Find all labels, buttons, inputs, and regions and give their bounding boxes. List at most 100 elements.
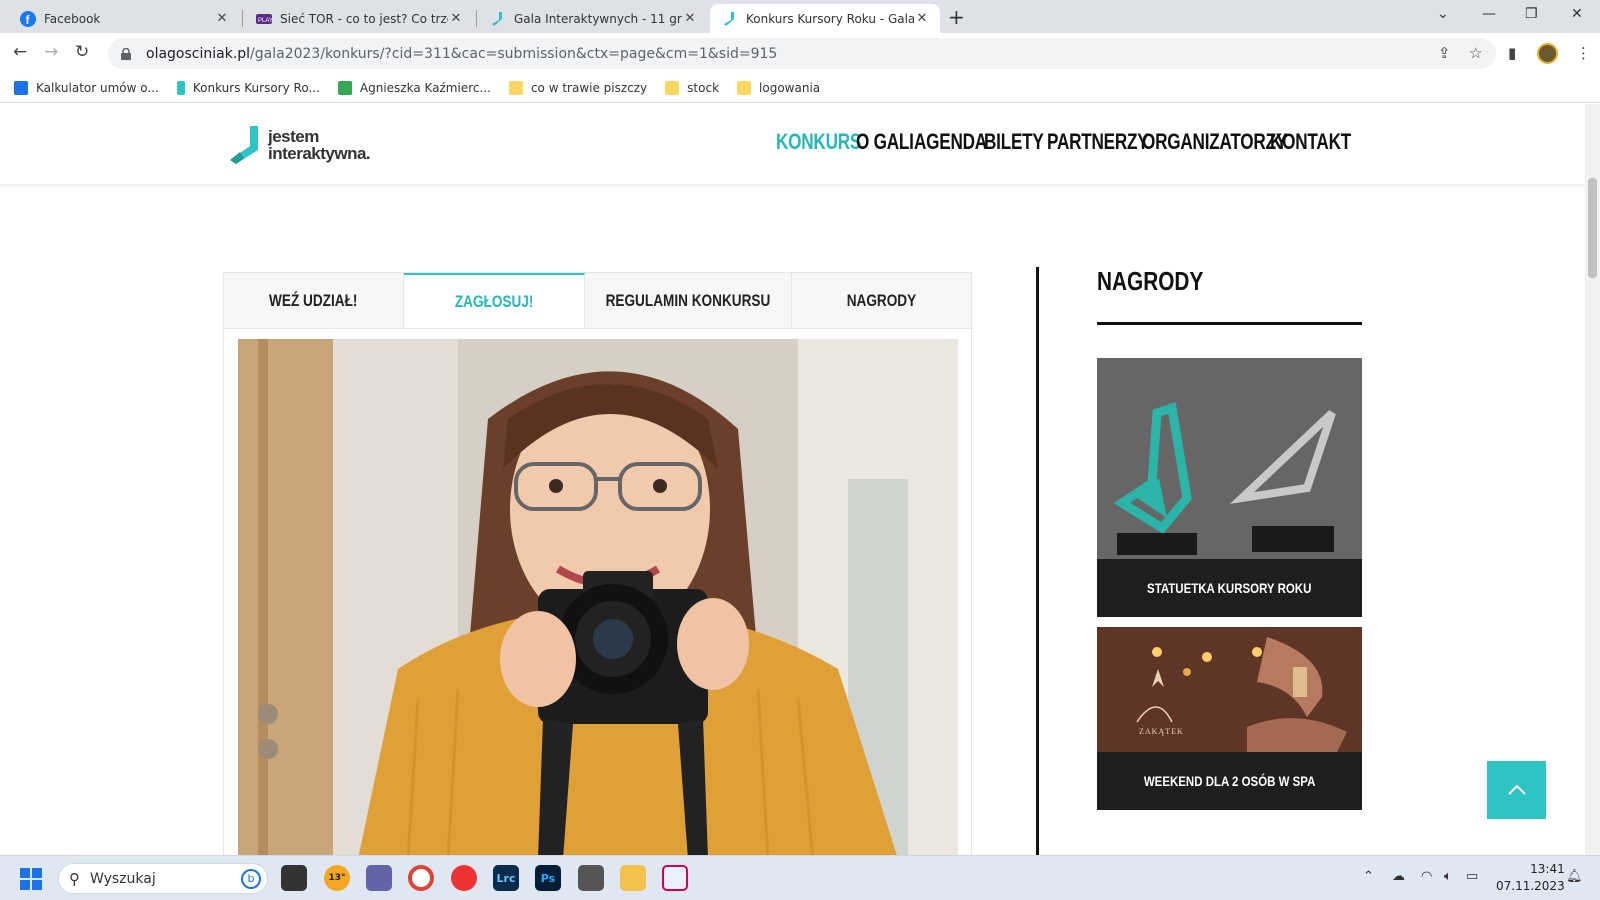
url-path: /gala2023/konkurs/?cid=311&cac=submissio… bbox=[250, 45, 778, 62]
browser-tab-tor[interactable]: PLAY Sieć TOR - co to jest? Co trzeba ✕ bbox=[244, 4, 474, 33]
bookmark-folder[interactable]: logowania bbox=[737, 80, 820, 95]
tab-zaglosuj[interactable]: ZAGŁOSUJ! bbox=[404, 273, 585, 329]
close-icon[interactable]: ✕ bbox=[914, 11, 930, 26]
minimize-button[interactable]: — bbox=[1482, 6, 1496, 22]
tab-label: Facebook bbox=[44, 11, 101, 26]
restore-button[interactable]: ❐ bbox=[1525, 6, 1538, 22]
sidebar-rule bbox=[1097, 322, 1362, 325]
nav-partnerzy[interactable]: PARTNERZY bbox=[1047, 129, 1149, 155]
prize-image: ZAKĄTEK bbox=[1097, 627, 1362, 752]
windows-start-icon[interactable] bbox=[20, 868, 42, 890]
site-logo[interactable]: jestem interaktywna. bbox=[230, 124, 371, 166]
url-input[interactable]: olagosciniak.pl/gala2023/konkurs/?cid=31… bbox=[108, 38, 1496, 69]
lightroom-icon[interactable]: Lrc bbox=[493, 865, 519, 891]
close-icon[interactable]: ✕ bbox=[682, 11, 698, 26]
sidebar-divider bbox=[1036, 267, 1039, 855]
side-panel-icon[interactable]: ▮ bbox=[1508, 44, 1516, 62]
share-icon[interactable]: ⇪ bbox=[1438, 44, 1451, 62]
forward-icon[interactable]: → bbox=[44, 42, 58, 62]
tab-label: Gala Interaktywnych - 11 grudni bbox=[514, 11, 682, 26]
volume-icon[interactable]: 🔈︎ bbox=[1444, 869, 1452, 884]
prize-caption: STATUETKA KURSORY ROKU bbox=[1147, 580, 1312, 596]
task-view-icon[interactable] bbox=[281, 865, 307, 891]
windows-taskbar: ⚲ Wyszukaj b 13° Lrc Ps ⌃ ☁ ◠ 🔈︎ ▭ 13:41… bbox=[0, 855, 1600, 900]
bookmark-folder[interactable]: stock bbox=[665, 80, 719, 95]
avatar[interactable] bbox=[1537, 43, 1558, 64]
url-host: olagosciniak.pl bbox=[146, 45, 251, 62]
teams-icon[interactable] bbox=[366, 865, 392, 891]
logo-text-line2: interaktywna. bbox=[268, 144, 371, 163]
calculator-icon[interactable] bbox=[578, 865, 604, 891]
prize-card[interactable]: STATUETKA KURSORY ROKU bbox=[1097, 358, 1362, 617]
site-logo-icon bbox=[176, 80, 185, 95]
chevron-up-icon[interactable]: ⌃ bbox=[1363, 869, 1374, 884]
nav-bilety[interactable]: BILETY bbox=[984, 129, 1044, 155]
weather-icon[interactable]: 13° bbox=[324, 865, 350, 891]
bookmark-item[interactable]: Konkurs Kursory Ro... bbox=[176, 80, 320, 95]
scroll-to-top-button[interactable] bbox=[1487, 761, 1546, 819]
browser-tab-gala[interactable]: Gala Interaktywnych - 11 grudni ✕ bbox=[478, 4, 708, 33]
page-viewport: jestem interaktywna. KONKURS O GALI AGEN… bbox=[0, 104, 1585, 855]
nav-o-gali[interactable]: O GALI bbox=[856, 129, 914, 155]
chevron-up-icon bbox=[1507, 784, 1526, 795]
scrollbar-thumb[interactable] bbox=[1588, 178, 1597, 278]
tab-search-icon[interactable]: ⌄ bbox=[1437, 6, 1449, 22]
prize-caption: WEEKEND DLA 2 OSÓB W SPA bbox=[1143, 773, 1316, 789]
nav-agenda[interactable]: AGENDA bbox=[914, 129, 987, 155]
folder-icon bbox=[508, 80, 523, 95]
prize-logo-text: ZAKĄTEK bbox=[1139, 727, 1184, 736]
back-icon[interactable]: ← bbox=[13, 42, 27, 62]
prize-card[interactable]: ZAKĄTEK WEEKEND DLA 2 OSÓB W SPA bbox=[1097, 627, 1362, 810]
folder-icon bbox=[665, 80, 680, 95]
site-logo-icon bbox=[490, 11, 506, 27]
snipping-tool-icon[interactable] bbox=[662, 865, 688, 891]
nav-organizatorzy[interactable]: ORGANIZATORZY bbox=[1142, 129, 1287, 155]
cloud-icon[interactable]: ☁ bbox=[1392, 869, 1405, 884]
sheets-icon bbox=[337, 80, 352, 95]
chrome-icon[interactable] bbox=[408, 865, 434, 891]
nav-kontakt[interactable]: KONTAKT bbox=[1270, 129, 1351, 155]
page-scrollbar[interactable] bbox=[1585, 104, 1600, 855]
nav-konkurs[interactable]: KONKURS bbox=[776, 129, 861, 155]
bookmark-star-icon[interactable]: ☆ bbox=[1469, 44, 1482, 62]
close-window-button[interactable]: ✕ bbox=[1571, 6, 1583, 22]
lock-icon bbox=[121, 47, 131, 60]
bookmark-folder[interactable]: co w trawie piszczy bbox=[508, 80, 647, 95]
taskbar-search-input[interactable]: ⚲ Wyszukaj b bbox=[58, 863, 268, 894]
tab-label: Konkurs Kursory Roku - Gala Int bbox=[746, 11, 914, 26]
photoshop-icon[interactable]: Ps bbox=[535, 865, 561, 891]
submission-photo bbox=[238, 339, 958, 855]
notification-bell-icon[interactable]: 🔔︎ bbox=[1566, 869, 1583, 884]
tab-wez-udzial[interactable]: WEŹ UDZIAŁ! bbox=[224, 273, 405, 329]
reload-icon[interactable]: ↻ bbox=[75, 42, 89, 62]
logo-mark-icon bbox=[230, 126, 258, 164]
svg-text:PLAY: PLAY bbox=[258, 18, 272, 24]
file-explorer-icon[interactable] bbox=[620, 865, 646, 891]
tab-regulamin[interactable]: REGULAMIN KONKURSU bbox=[584, 273, 792, 329]
close-icon[interactable]: ✕ bbox=[448, 11, 464, 26]
bing-icon: b bbox=[241, 869, 261, 889]
taskbar-clock[interactable]: 13:41 07.11.2023 bbox=[1496, 861, 1565, 895]
folder-icon bbox=[737, 80, 752, 95]
browser-address-bar: ← → ↻ olagosciniak.pl/gala2023/konkurs/?… bbox=[0, 33, 1600, 73]
browser-tab-bar: f Facebook ✕ PLAY Sieć TOR - co to jest?… bbox=[0, 0, 1600, 33]
search-icon: ⚲ bbox=[69, 869, 80, 888]
menu-icon[interactable]: ⋮ bbox=[1576, 44, 1591, 62]
bookmarks-bar: Kalkulator umów o... Konkurs Kursory Ro.… bbox=[0, 73, 1600, 103]
browser-tab-facebook[interactable]: f Facebook ✕ bbox=[8, 4, 240, 33]
site-header: jestem interaktywna. KONKURS O GALI AGEN… bbox=[0, 104, 1585, 184]
contest-tabs: WEŹ UDZIAŁ! ZAGŁOSUJ! REGULAMIN KONKURSU… bbox=[223, 272, 972, 329]
sidebar-title: NAGRODY bbox=[1097, 266, 1204, 296]
bulb-icon bbox=[14, 80, 28, 95]
browser-tab-konkurs[interactable]: Konkurs Kursory Roku - Gala Int ✕ bbox=[710, 4, 940, 33]
bookmark-item[interactable]: Agnieszka Kaźmierc... bbox=[337, 80, 491, 95]
bookmark-item[interactable]: Kalkulator umów o... bbox=[14, 80, 159, 95]
close-icon[interactable]: ✕ bbox=[214, 11, 230, 26]
wifi-icon[interactable]: ◠ bbox=[1421, 869, 1432, 884]
new-tab-button[interactable]: + bbox=[948, 7, 965, 27]
submission-panel bbox=[223, 328, 972, 855]
logo-text-line1: jestem bbox=[268, 127, 319, 146]
battery-icon[interactable]: ▭ bbox=[1466, 869, 1478, 884]
tab-nagrody[interactable]: NAGRODY bbox=[791, 273, 972, 329]
ccleaner-icon[interactable] bbox=[451, 865, 477, 891]
